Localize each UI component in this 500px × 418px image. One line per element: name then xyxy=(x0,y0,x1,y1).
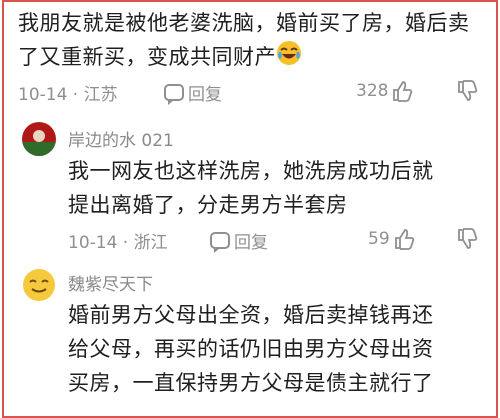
main-comment-body: 我朋友就是被他老婆洗脑，婚前买了房，婚后卖了又重新买，变成共同财产 xyxy=(18,11,470,69)
main-comment-meta: 10-14 · 江苏 回复 328 xyxy=(4,80,496,106)
main-dislike-button[interactable] xyxy=(456,80,478,107)
reply1-like-button[interactable]: 59 xyxy=(368,228,415,250)
thumbs-up-icon xyxy=(393,81,413,102)
laughing-tears-emoji-icon xyxy=(276,40,302,76)
avatar[interactable] xyxy=(22,268,56,302)
main-like-button[interactable]: 328 xyxy=(356,80,413,102)
thumbs-up-icon xyxy=(394,229,414,250)
reply-icon xyxy=(210,232,230,253)
thumbs-down-icon xyxy=(458,80,478,101)
main-comment-text: 我朋友就是被他老婆洗脑，婚前买了房，婚后卖了又重新买，变成共同财产 xyxy=(18,6,484,76)
reply1-date: 10-14 · 浙江 xyxy=(68,233,168,253)
main-like-count: 328 xyxy=(356,81,389,101)
main-comment-date: 10-14 · 江苏 xyxy=(18,85,118,105)
reply1-reply-button[interactable]: 回复 xyxy=(210,228,268,253)
reply2-text: 婚前男方父母出全资，婚后卖掉钱再还给父母，再买的话仍旧由男方父母出资买房，一直保… xyxy=(68,303,434,395)
reply-icon xyxy=(164,84,184,105)
thumbs-down-icon xyxy=(458,228,478,249)
main-reply-label: 回复 xyxy=(188,85,222,105)
reply1-text: 我一网友也这样洗房，她洗房成功后就提出离婚了，分走男方半套房 xyxy=(68,159,434,217)
reply1-meta: 10-14 · 浙江 回复 59 xyxy=(4,228,496,254)
avatar[interactable] xyxy=(22,122,56,156)
main-reply-button[interactable]: 回复 xyxy=(164,80,222,105)
reply2-username[interactable]: 魏紫尽天下 xyxy=(68,270,153,295)
reply1-dislike-button[interactable] xyxy=(456,228,478,255)
comment-thread-frame: 我朋友就是被他老婆洗脑，婚前买了房，婚后卖了又重新买，变成共同财产 10-14 … xyxy=(2,0,498,418)
reply1-reply-label: 回复 xyxy=(234,233,268,253)
reply1-like-count: 59 xyxy=(368,229,390,249)
reply1-username[interactable]: 岸边的水 021 xyxy=(68,126,174,151)
